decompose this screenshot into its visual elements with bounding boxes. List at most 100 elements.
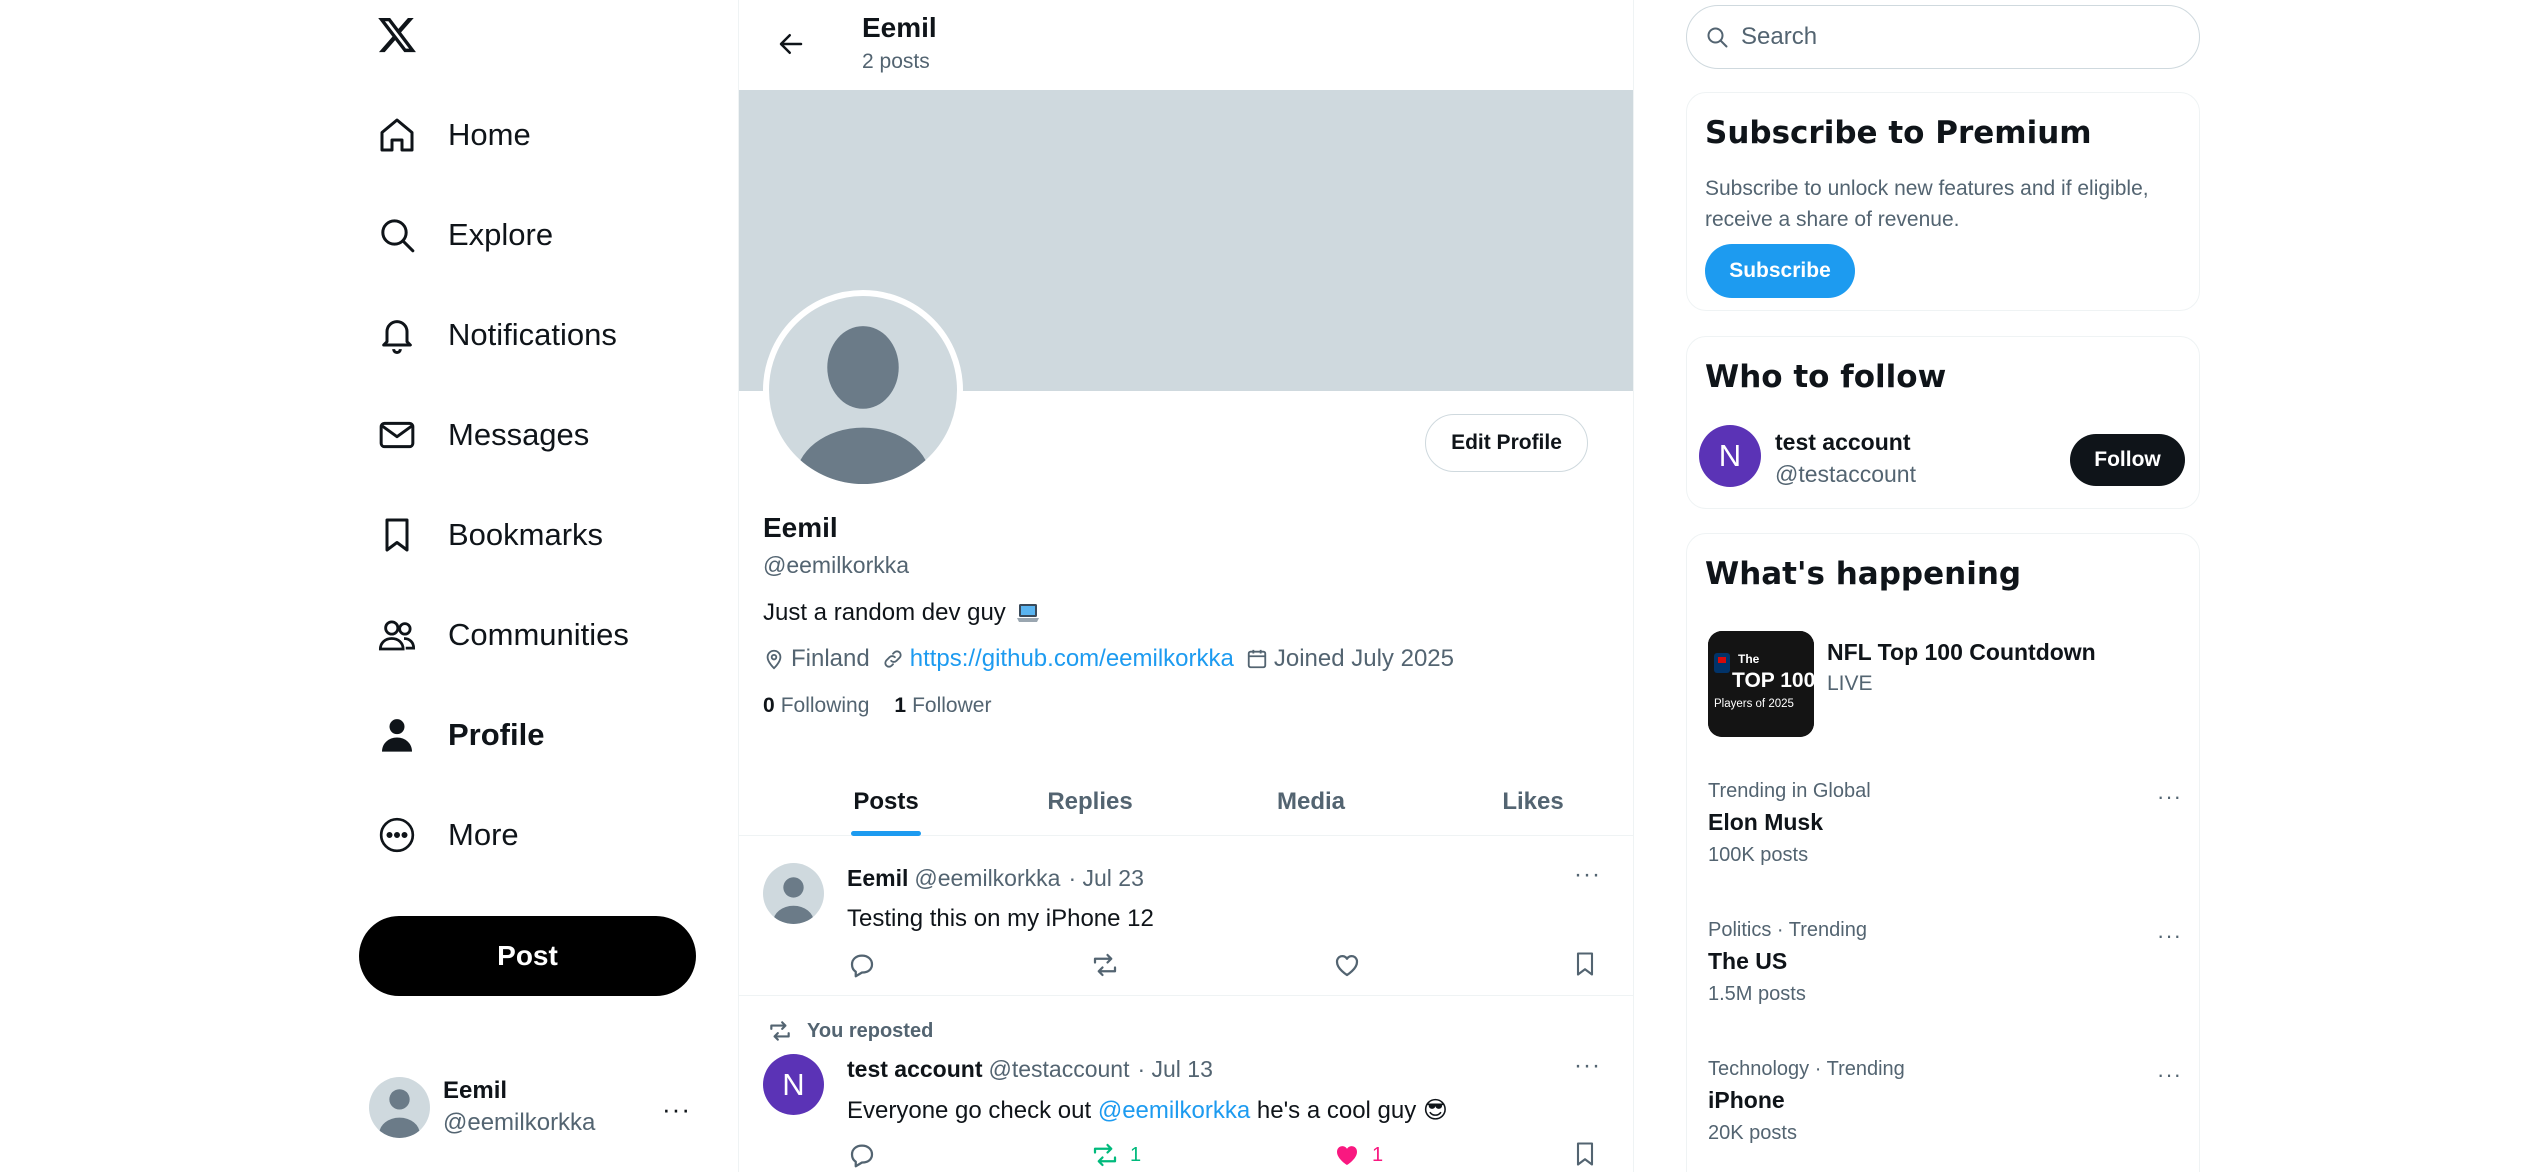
profile-name: Eemil [763, 512, 838, 543]
location-text: Finland [791, 645, 870, 672]
post-item[interactable]: N test account @testaccount · Jul 13 ···… [739, 1040, 1633, 1172]
more-circle-icon [376, 814, 418, 856]
trend-item[interactable]: Trending in Global Elon Musk 100K posts … [1708, 780, 2188, 890]
joined-text: Joined July 2025 [1273, 645, 1454, 672]
bookmark-icon [1576, 952, 1594, 976]
tab-label: Replies [1047, 788, 1133, 815]
tab-label: Media [1276, 788, 1345, 815]
repost-count: 1 [1130, 1143, 1142, 1166]
profile-header-bar: Eemil 2 posts [739, 0, 1633, 90]
post-mention-link[interactable]: @eemilkorkka [1098, 1097, 1250, 1124]
following-count: 0 [763, 694, 775, 717]
back-arrow-icon[interactable] [769, 22, 813, 66]
account-switcher[interactable]: Eemil @eemilkorkka ··· [369, 1072, 699, 1142]
header-name: Eemil [862, 12, 937, 43]
profile-bio: Just a random dev guy [763, 599, 1040, 627]
featured-title[interactable]: NFL Top 100 Countdown [1827, 639, 2096, 666]
post-button[interactable]: Post [359, 916, 696, 996]
tab-replies[interactable]: Replies [1017, 768, 1163, 836]
nav-label: Communities [448, 617, 629, 652]
avatar[interactable]: N [763, 1054, 824, 1115]
nav-messages[interactable]: Messages [376, 405, 589, 465]
reply-button[interactable] [847, 1140, 877, 1170]
nav-communities[interactable]: Communities [376, 605, 629, 665]
nav-notifications[interactable]: Notifications [376, 305, 617, 365]
trend-count: 100K posts [1708, 844, 1809, 866]
nav-bookmarks[interactable]: Bookmarks [376, 505, 603, 565]
more-dots-icon[interactable]: ··· [1574, 861, 1601, 889]
bookmark-button[interactable] [1571, 1140, 1599, 1168]
like-button[interactable] [1332, 950, 1362, 980]
post-handle: @testaccount [988, 1056, 1130, 1082]
bookmark-button[interactable] [1571, 950, 1599, 978]
joined-date: Joined July 2025 [1246, 645, 1454, 673]
left-sidebar: Home Explore Notifications Messages Book… [355, 0, 705, 1172]
follow-button[interactable]: Follow [2070, 434, 2185, 486]
trend-topic: iPhone [1708, 1087, 1785, 1113]
tab-likes[interactable]: Likes [1464, 768, 1602, 836]
nav-label: Notifications [448, 317, 617, 352]
website-link[interactable]: https://github.com/eemilkorkka [910, 645, 1234, 673]
more-dots-icon[interactable]: ··· [2157, 1062, 2182, 1088]
search-input[interactable] [1741, 23, 2181, 51]
repost-button[interactable] [1090, 950, 1120, 980]
following-link[interactable]: 0 Following [763, 694, 869, 718]
account-handle: @eemilkorkka [443, 1109, 596, 1136]
website: https://github.com/eemilkorkka [882, 645, 1234, 673]
tab-posts[interactable]: Posts [815, 768, 957, 836]
nfl-img-line3: Players of 2025 [1714, 698, 1794, 710]
heart-icon [1336, 1146, 1358, 1165]
nav-explore[interactable]: Explore [376, 205, 553, 265]
more-dots-icon[interactable]: ··· [2157, 784, 2182, 810]
post-author[interactable]: test account [847, 1056, 982, 1083]
trend-item[interactable]: Technology · Trending iPhone 20K posts ·… [1708, 1058, 2188, 1168]
nav-profile[interactable]: Profile [376, 705, 544, 765]
more-dots-icon[interactable]: ··· [662, 1094, 691, 1125]
bookmark-icon [376, 514, 418, 556]
more-dots-icon[interactable]: ··· [2157, 923, 2182, 949]
trend-context: Trending in Global [1708, 780, 1871, 802]
post-date[interactable]: · Jul 23 [1068, 865, 1143, 892]
who-to-follow-title: Who to follow [1705, 359, 1947, 395]
suggestion-name[interactable]: test account [1775, 429, 1910, 456]
x-logo-icon[interactable] [376, 14, 418, 56]
profile-meta: Finland https://github.com/eemilkorkka J… [763, 645, 1466, 673]
nfl-thumbnail[interactable]: The TOP 100 Players of 2025 [1708, 631, 1814, 737]
profile-avatar[interactable] [763, 290, 963, 490]
more-dots-icon[interactable]: ··· [1574, 1052, 1601, 1080]
reply-button[interactable] [847, 950, 877, 980]
followers-label: Follower [912, 694, 992, 717]
repost-icon [1093, 1143, 1117, 1167]
reply-icon [850, 1144, 874, 1168]
nav-home[interactable]: Home [376, 105, 531, 165]
repost-button[interactable]: 1 [1090, 1140, 1141, 1170]
trend-count: 20K posts [1708, 1122, 1797, 1144]
nav-label: More [448, 817, 519, 852]
who-to-follow-card: Who to follow N test account @testaccoun… [1686, 336, 2200, 509]
followers-link[interactable]: 1 Follower [894, 694, 991, 718]
avatar [369, 1076, 430, 1138]
post-header: Eemil @eemilkorkka · Jul 23 [847, 865, 1144, 892]
nav-more[interactable]: More [376, 805, 519, 865]
avatar[interactable] [763, 863, 824, 924]
like-button[interactable]: 1 [1332, 1140, 1383, 1170]
profile-handle: @eemilkorkka [763, 552, 910, 578]
reply-icon [850, 954, 874, 978]
right-sidebar: Subscribe to Premium Subscribe to unlock… [1686, 0, 2201, 1172]
search-box[interactable] [1686, 5, 2200, 69]
bio-text: Just a random dev guy [763, 599, 1006, 626]
post-actions: 1 1 [847, 1140, 1607, 1170]
person-icon [376, 714, 418, 756]
trend-item[interactable]: Politics · Trending The US 1.5M posts ··… [1708, 919, 2188, 1029]
avatar[interactable]: N [1699, 425, 1761, 487]
post-author[interactable]: Eemil [847, 865, 908, 892]
post-header: test account @testaccount · Jul 13 [847, 1056, 1213, 1083]
people-icon [376, 614, 418, 656]
post-date[interactable]: · Jul 13 [1137, 1056, 1212, 1083]
post-item[interactable]: Eemil @eemilkorkka · Jul 23 ··· Testing … [739, 837, 1633, 996]
nfl-img-line1: The [1738, 652, 1760, 666]
edit-profile-button[interactable]: Edit Profile [1425, 414, 1588, 472]
premium-text: Subscribe to unlock new features and if … [1705, 177, 2149, 231]
subscribe-button[interactable]: Subscribe [1705, 244, 1855, 298]
tab-media[interactable]: Media [1239, 768, 1383, 836]
